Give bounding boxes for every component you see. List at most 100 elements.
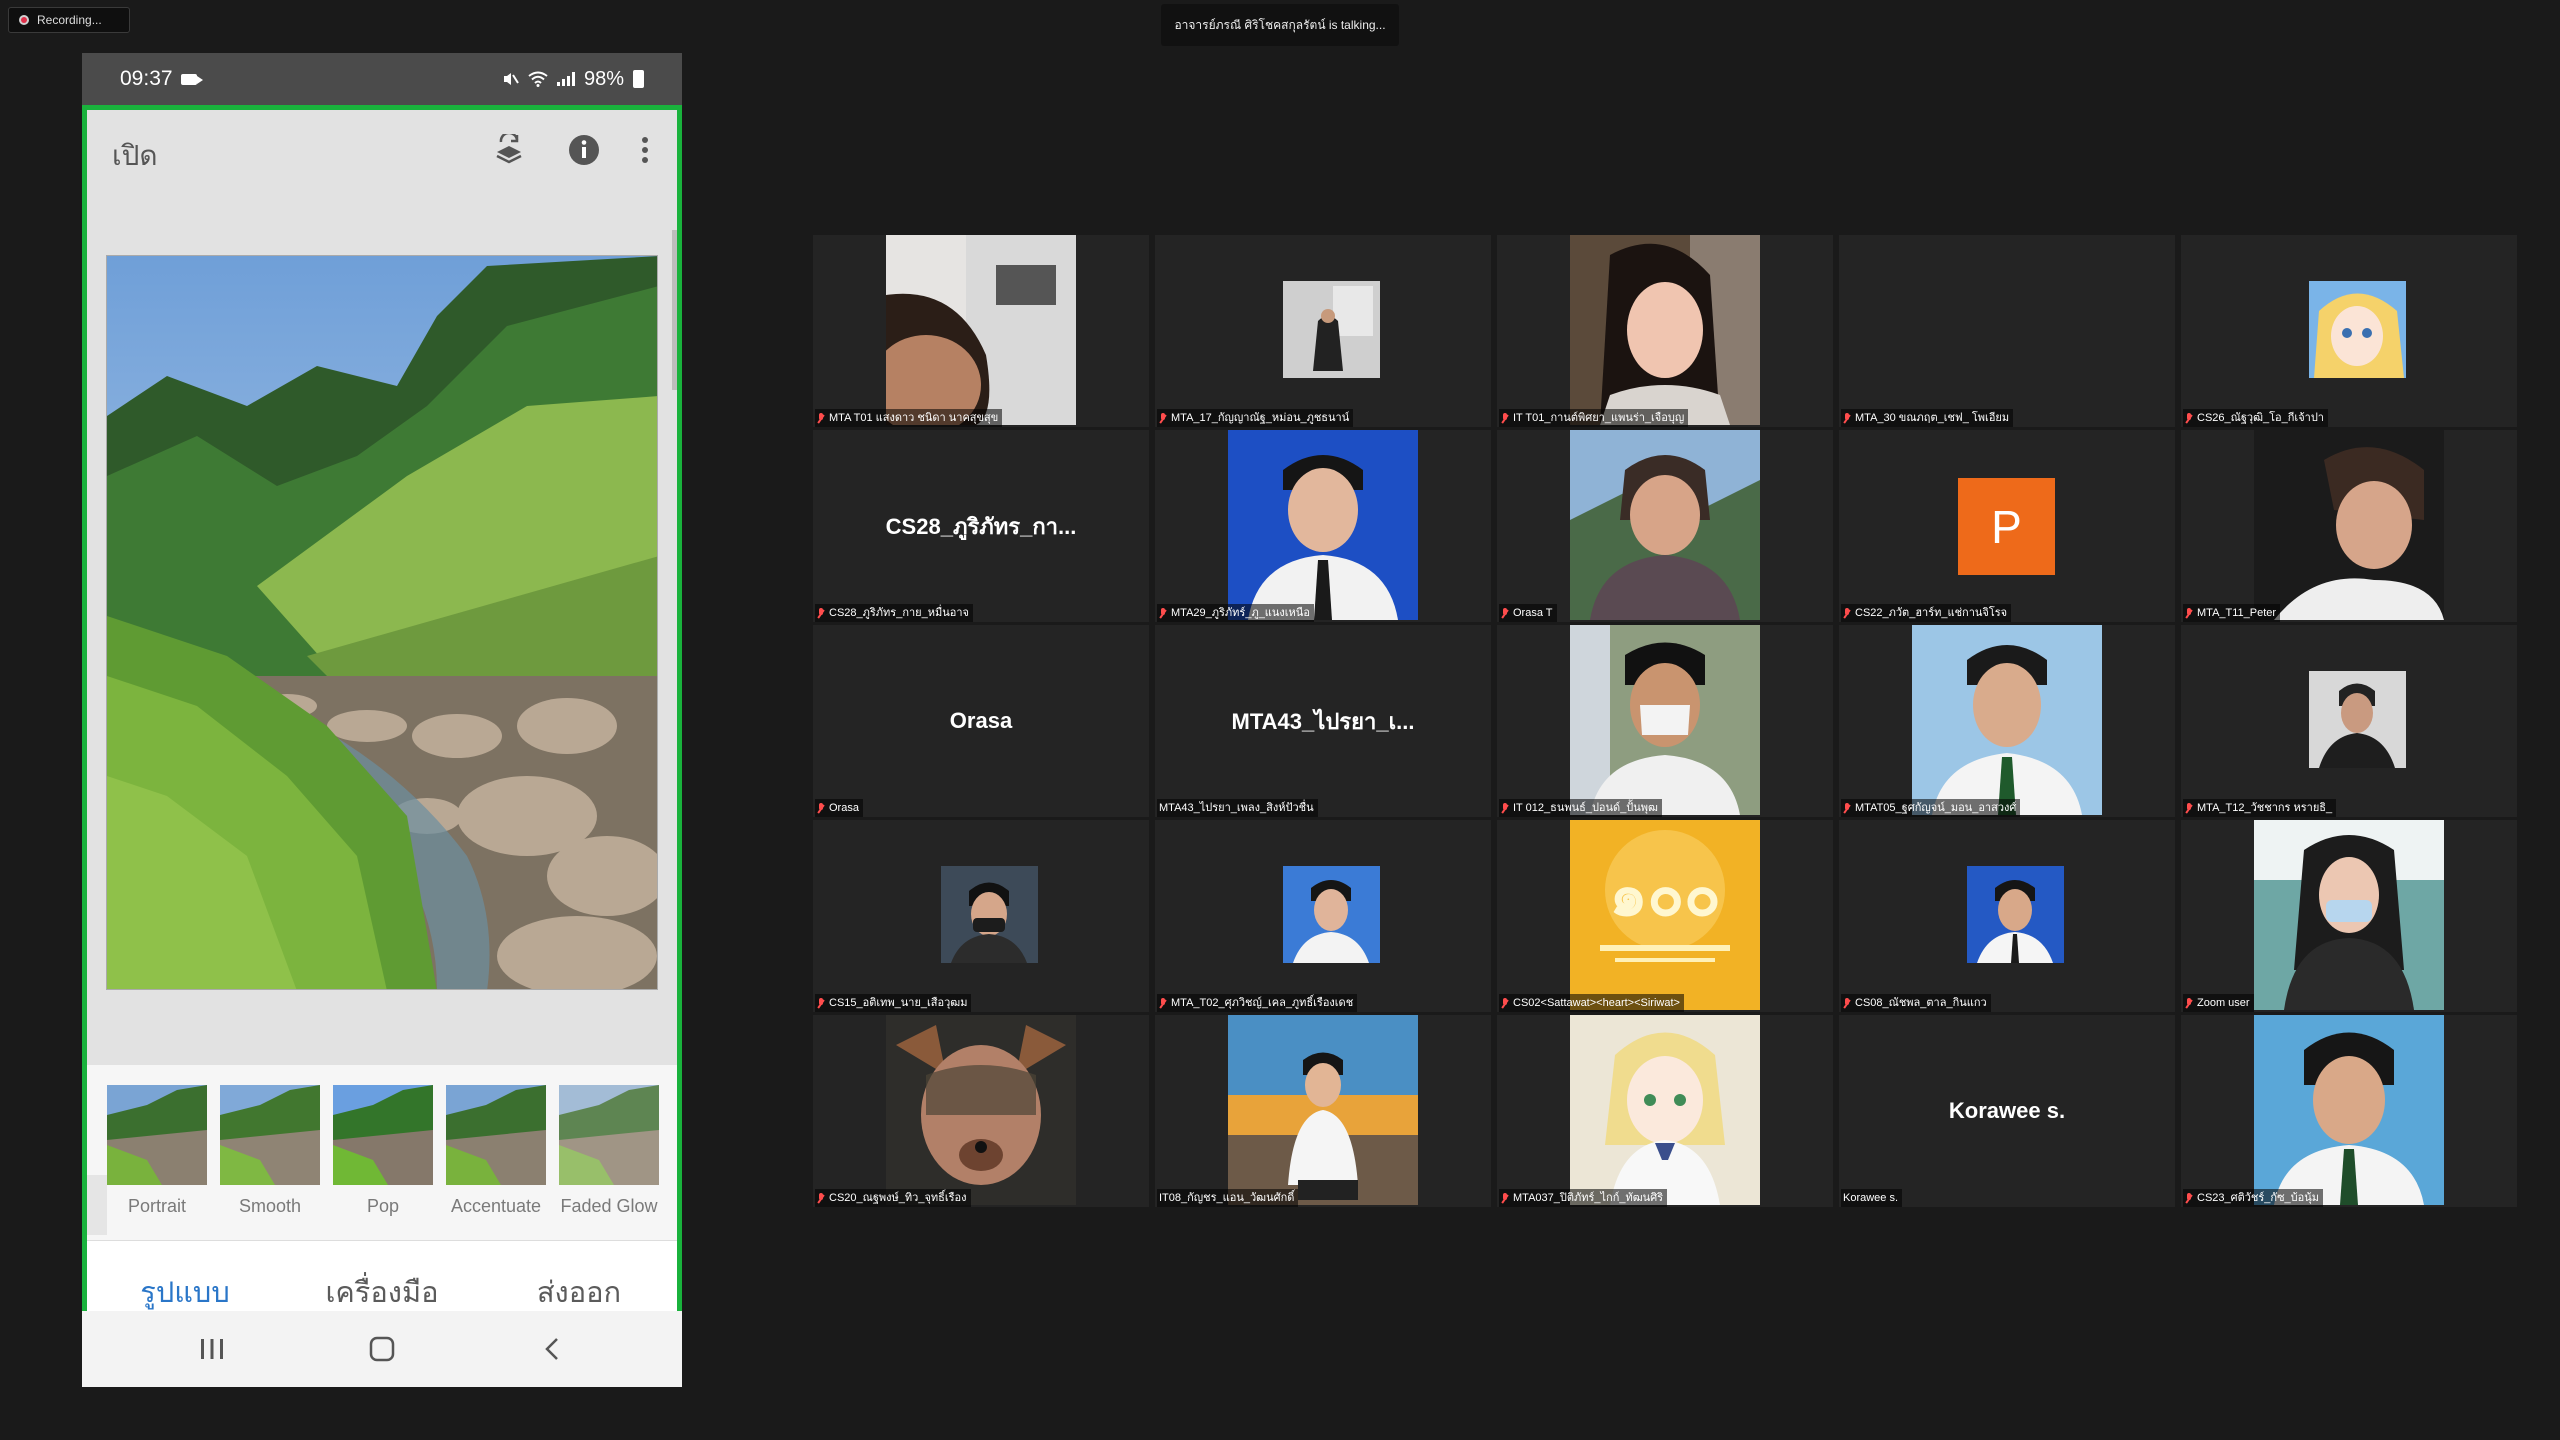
participant-video — [2254, 430, 2444, 620]
participant-tile[interactable]: MTA29_ภูริภัทร์_ภู_แนงเหนือ — [1155, 430, 1491, 622]
participant-video — [2309, 281, 2406, 378]
mic-muted-icon — [1843, 607, 1851, 619]
filter-smooth[interactable]: Smooth — [219, 1085, 321, 1217]
shared-app-frame: เปิด Portrait Smooth Pop Accentuate Fade… — [82, 105, 682, 1363]
more-options-icon[interactable] — [625, 130, 665, 170]
mic-muted-icon — [1159, 607, 1167, 619]
participant-tile[interactable]: P CS22_ภวัต_ฮาร์ท_แช่กานจิโรจ — [1839, 430, 2175, 622]
mic-muted-icon — [1501, 1192, 1509, 1204]
participant-tile[interactable]: MTA_T11_Peter — [2181, 430, 2517, 622]
participant-tile[interactable]: IT 012_ธนพนธ์_ปอนด์_ปั้นพุฒ — [1497, 625, 1833, 817]
filter-label: Portrait — [127, 1196, 187, 1216]
mic-muted-icon — [1501, 607, 1509, 619]
recent-apps-icon[interactable] — [192, 1333, 232, 1365]
participant-video — [2254, 820, 2444, 1010]
participant-video — [1228, 430, 1418, 620]
participant-tile[interactable]: CS15_อติเทพ_นาย_เสือวุฒม — [813, 820, 1149, 1012]
participant-video — [1912, 625, 2102, 815]
participant-tile[interactable]: CS26_ณัฐวุฒิ_โอ_กีเจ้าปา — [2181, 235, 2517, 427]
participant-name: IT08_กัญชร_แอน_วัฒนศักดิ์ — [1157, 1189, 1299, 1207]
participant-video: ๑๐๐ — [1570, 820, 1760, 1010]
participant-display-name: CS28_ภูริภัทร_กา... — [885, 513, 1077, 539]
filter-thumbnail — [559, 1085, 659, 1185]
filter-strip-handle[interactable] — [87, 1175, 107, 1235]
scrollbar[interactable] — [672, 230, 677, 390]
participant-name: MTA_T11_Peter — [2183, 604, 2281, 622]
filter-faded-glow[interactable]: Faded Glow — [558, 1085, 660, 1217]
participant-tile[interactable]: MTA T01 แสงดาว ชนิดา นาคสุขสุข — [813, 235, 1149, 427]
participant-tile[interactable]: IT T01_กานต์พิศยา_แพนร่า_เจือบุญ — [1497, 235, 1833, 427]
filter-accentuate[interactable]: Accentuate — [445, 1085, 547, 1217]
participant-video — [1283, 281, 1380, 378]
participant-tile[interactable]: CS20_ณฐพงษ์_ทิว_จุทธิ์เรือง — [813, 1015, 1149, 1207]
participant-tile[interactable]: Korawee s. Korawee s. — [1839, 1015, 2175, 1207]
participant-name: CS23_ศติวัชร์_กัซ_บ้อนุ้ม — [2183, 1189, 2324, 1207]
participant-tile[interactable]: MTAT05_ฐศกัญจน์_มอน_อาสวงศ์ — [1839, 625, 2175, 817]
participant-name: MTA T01 แสงดาว ชนิดา นาคสุขสุข — [815, 409, 1003, 427]
participant-video — [1967, 866, 2064, 963]
open-button[interactable]: เปิด — [112, 134, 158, 178]
mic-muted-icon — [2185, 802, 2193, 814]
participant-tile[interactable]: MTA_17_กัญญาณัฐ_หม่อน_ภูชธนาน์ — [1155, 235, 1491, 427]
participant-name: CS02<Sattawat><heart><Siriwat> — [1499, 994, 1684, 1012]
participant-video — [886, 1015, 1076, 1205]
back-icon[interactable] — [532, 1333, 572, 1365]
participant-video — [1228, 1015, 1418, 1205]
participant-video — [941, 866, 1038, 963]
participant-name: CS08_ณัชพล_ตาล_กินแกว — [1841, 994, 1991, 1012]
participant-display-name: Korawee s. — [1948, 1098, 2066, 1123]
android-nav-bar — [82, 1311, 682, 1387]
participant-tile[interactable]: CS28_ภูริภัทร_กา... CS28_ภูริภัทร_กาย_หม… — [813, 430, 1149, 622]
wifi-icon — [528, 71, 548, 87]
filter-portrait[interactable]: Portrait — [106, 1085, 208, 1217]
participant-tile[interactable]: CS08_ณัชพล_ตาล_กินแกว — [1839, 820, 2175, 1012]
active-speaker-text: อาจารย์ภรณี ศิริโชคสกุลรัตน์ is talking.… — [1174, 17, 1386, 32]
edited-photo[interactable] — [106, 255, 658, 990]
participant-name: MTA_30 ขณภฤต_เชฟ_ โพเอียม — [1841, 409, 2014, 427]
tab-export[interactable]: ส่งออก — [481, 1269, 677, 1315]
home-icon[interactable] — [362, 1333, 402, 1365]
participant-video — [2309, 671, 2406, 768]
participant-tile[interactable]: Orasa T — [1497, 430, 1833, 622]
participant-name: MTA29_ภูริภัทร์_ภู_แนงเหนือ — [1157, 604, 1314, 622]
participant-tile[interactable]: MTA_T02_ศุภวิชญ์_เคล_ภูทธิ์เรืองเดช — [1155, 820, 1491, 1012]
participant-tile[interactable]: MTA_T12_วัชชากร หรายธิ_ — [2181, 625, 2517, 817]
mic-muted-icon — [817, 1192, 825, 1204]
mic-muted-icon — [1501, 412, 1509, 424]
participant-name: MTAT05_ฐศกัญจน์_มอน_อาสวงศ์ — [1841, 799, 2021, 817]
participant-tile[interactable]: Orasa Orasa — [813, 625, 1149, 817]
layers-undo-icon[interactable] — [489, 130, 529, 170]
participant-tile[interactable]: CS23_ศติวัชร์_กัซ_บ้อนุ้ม — [2181, 1015, 2517, 1207]
mic-muted-icon — [2185, 997, 2193, 1009]
info-icon[interactable] — [564, 130, 604, 170]
battery-percent: 98% — [583, 67, 624, 90]
filter-thumbnail — [107, 1085, 207, 1185]
participant-tile[interactable]: IT08_กัญชร_แอน_วัฒนศักดิ์ — [1155, 1015, 1491, 1207]
participant-tile[interactable]: ๑๐๐ CS02<Sattawat><heart><Siriwat> — [1497, 820, 1833, 1012]
filter-thumbnail — [446, 1085, 546, 1185]
recording-indicator[interactable]: Recording... — [8, 7, 130, 33]
filter-label: Smooth — [238, 1196, 302, 1216]
mute-icon — [503, 73, 519, 85]
mic-muted-icon — [1159, 412, 1167, 424]
battery-icon — [633, 70, 644, 88]
filter-label: Faded Glow — [560, 1196, 658, 1216]
participant-tile[interactable]: MTA_30 ขณภฤต_เชฟ_ โพเอียม — [1839, 235, 2175, 427]
filter-label: Accentuate — [450, 1196, 542, 1216]
participant-tile[interactable]: Zoom user — [2181, 820, 2517, 1012]
participant-name: MTA_T02_ศุภวิชญ์_เคล_ภูทธิ์เรืองเดช — [1157, 994, 1358, 1012]
participant-name: CS15_อติเทพ_นาย_เสือวุฒม — [815, 994, 972, 1012]
tab-tools[interactable]: เครื่องมือ — [284, 1269, 480, 1315]
filter-pop[interactable]: Pop — [332, 1085, 434, 1217]
participant-name: IT 012_ธนพนธ์_ปอนด์_ปั้นพุฒ — [1499, 799, 1662, 817]
participant-tile[interactable]: MTA43_ไปรยา_เ... MTA43_ไปรยา_เพลง_สิงห์ป… — [1155, 625, 1491, 817]
participant-name: Zoom user — [2183, 994, 2254, 1012]
mic-muted-icon — [2185, 412, 2193, 424]
mic-muted-icon — [2185, 607, 2193, 619]
participant-name: Orasa T — [1499, 604, 1557, 622]
participant-tile[interactable]: MTA037_ปิติภัทร์_ไกก์_ทัฒนศิริ — [1497, 1015, 1833, 1207]
camera-icon — [180, 73, 203, 85]
participant-name: CS26_ณัฐวุฒิ_โอ_กีเจ้าปา — [2183, 409, 2328, 427]
participant-video — [1570, 1015, 1760, 1205]
participant-name: Orasa — [815, 799, 863, 817]
